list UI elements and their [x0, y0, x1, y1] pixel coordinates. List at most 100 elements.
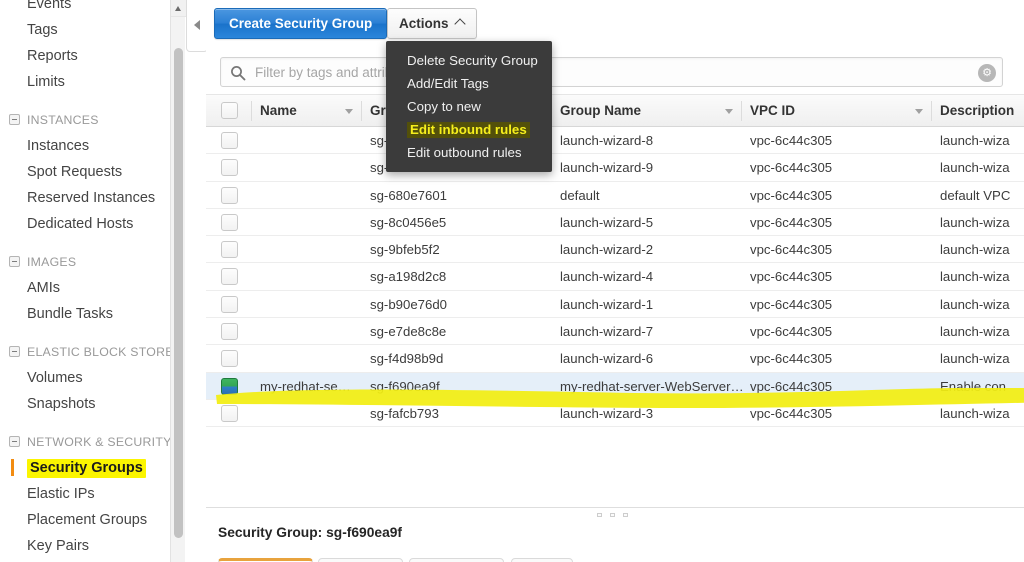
table-row[interactable]: my-redhat-se…sg-f690ea9fmy-redhat-server… — [206, 373, 1024, 400]
cell-desc: launch-wiza — [932, 318, 1024, 345]
row-select-checkbox[interactable] — [221, 405, 238, 422]
menu-item-add-edit-tags[interactable]: Add/Edit Tags — [386, 72, 552, 95]
sidebar-item-snapshots[interactable]: Snapshots — [0, 391, 170, 417]
sidebar-item-reports[interactable]: Reports — [0, 43, 170, 69]
scrollbar-thumb[interactable] — [174, 48, 183, 538]
table-row[interactable]: sg-1d0fb87blaunch-wizard-8vpc-6c44c305la… — [206, 127, 1024, 154]
cell-vpc: vpc-6c44c305 — [742, 182, 932, 209]
sidebar-item-tags[interactable]: Tags — [0, 17, 170, 43]
menu-item-edit-inbound-rules[interactable]: Edit inbound rules — [386, 118, 552, 141]
sidebar-item-bundle-tasks[interactable]: Bundle Tasks — [0, 301, 170, 327]
sidebar-item-placement-groups[interactable]: Placement Groups — [0, 507, 170, 533]
row-select-checkbox[interactable] — [221, 214, 238, 231]
table-row[interactable]: sg-680e7601defaultvpc-6c44c305default VP… — [206, 182, 1024, 209]
create-security-group-button[interactable]: Create Security Group — [214, 8, 387, 39]
sidebar-item-spot-requests[interactable]: Spot Requests — [0, 159, 170, 185]
search-input[interactable]: Filter by tags and attribu ⚙ — [220, 57, 1003, 87]
row-select-checkbox[interactable] — [221, 268, 238, 285]
chevron-down-icon[interactable] — [345, 109, 353, 114]
column-header-vpc-id[interactable]: VPC ID — [742, 95, 932, 127]
row-select-checkbox[interactable] — [221, 350, 238, 367]
scroll-up-arrow-icon[interactable] — [171, 0, 186, 17]
row-select-checkbox[interactable] — [221, 132, 238, 149]
cell-name — [252, 154, 362, 181]
cell-gname: my-redhat-server-WebServer… — [552, 373, 742, 400]
table-row[interactable]: sg-fafcb793launch-wizard-3vpc-6c44c305la… — [206, 400, 1024, 427]
row-select-checkbox[interactable] — [221, 159, 238, 176]
row-select-checkbox[interactable] — [221, 296, 238, 313]
sidebar-collapse-button[interactable] — [186, 0, 208, 52]
sidebar-item-volumes[interactable]: Volumes — [0, 365, 170, 391]
sidebar-item-label: Tags — [27, 22, 58, 38]
cell-desc: launch-wiza — [932, 291, 1024, 318]
collapse-minus-icon[interactable] — [9, 114, 20, 125]
sidebar-item-label: Events — [27, 0, 71, 12]
table-row[interactable]: sg-55c6943claunch-wizard-9vpc-6c44c305la… — [206, 154, 1024, 181]
cell-name — [252, 263, 362, 290]
menu-item-delete-security-group[interactable]: Delete Security Group — [386, 49, 552, 72]
sidebar-item-security-groups[interactable]: Security Groups — [0, 455, 170, 481]
cell-desc: default VPC — [932, 182, 1024, 209]
cell-gname: launch-wizard-2 — [552, 236, 742, 263]
chevron-down-icon[interactable] — [725, 109, 733, 114]
sidebar-item-instances[interactable]: Instances — [0, 133, 170, 159]
row-select-checkbox[interactable] — [221, 378, 238, 395]
tab-tags[interactable]: Tags — [511, 558, 573, 562]
sidebar-item-amis[interactable]: AMIs — [0, 275, 170, 301]
tab-inbound[interactable]: Inbound — [318, 558, 403, 562]
cell-gid: sg-680e7601 — [362, 182, 552, 209]
actions-button-label: Actions — [399, 16, 449, 31]
sidebar-item-label: Spot Requests — [27, 164, 122, 180]
cell-name — [252, 236, 362, 263]
collapse-minus-icon[interactable] — [9, 256, 20, 267]
cell-gname: launch-wizard-8 — [552, 127, 742, 154]
sidebar-item-dedicated-hosts[interactable]: Dedicated Hosts — [0, 211, 170, 237]
table-row[interactable]: sg-f4d98b9dlaunch-wizard-6vpc-6c44c305la… — [206, 345, 1024, 372]
sidebar-scrollbar[interactable] — [170, 0, 185, 562]
table-row[interactable]: sg-8c0456e5launch-wizard-5vpc-6c44c305la… — [206, 209, 1024, 236]
sidebar-item-limits[interactable]: Limits — [0, 69, 170, 95]
cell-desc: launch-wiza — [932, 127, 1024, 154]
panel-resize-handle[interactable] — [594, 511, 636, 519]
chevron-down-icon[interactable] — [915, 109, 923, 114]
sidebar-item-events[interactable]: Events — [0, 0, 170, 17]
sidebar-item-reserved-instances[interactable]: Reserved Instances — [0, 185, 170, 211]
column-header-group-name[interactable]: Group Name — [552, 95, 742, 127]
sidebar-item-label: Dedicated Hosts — [27, 216, 133, 232]
detail-panel: Security Group: sg-f690ea9f DescriptionI… — [206, 507, 1024, 562]
menu-item-copy-to-new[interactable]: Copy to new — [386, 95, 552, 118]
column-header-description[interactable]: Description — [932, 95, 1024, 127]
collapse-minus-icon[interactable] — [9, 346, 20, 357]
cell-gname: launch-wizard-1 — [552, 291, 742, 318]
table-row[interactable]: sg-e7de8c8elaunch-wizard-7vpc-6c44c305la… — [206, 318, 1024, 345]
actions-button[interactable]: Actions — [387, 8, 477, 39]
row-select-checkbox[interactable] — [221, 187, 238, 204]
ec2-security-groups-console: Events Tags Reports Limits INSTANCESInstance… — [0, 0, 1024, 562]
table-row[interactable]: sg-a198d2c8launch-wizard-4vpc-6c44c305la… — [206, 263, 1024, 290]
resize-dot — [610, 513, 615, 517]
row-select-checkbox[interactable] — [221, 323, 238, 340]
sidebar-item-key-pairs[interactable]: Key Pairs — [0, 533, 170, 559]
menu-item-edit-outbound-rules[interactable]: Edit outbound rules — [386, 141, 552, 164]
table-row[interactable]: sg-9bfeb5f2launch-wizard-2vpc-6c44c305la… — [206, 236, 1024, 263]
cell-vpc: vpc-6c44c305 — [742, 127, 932, 154]
gear-icon[interactable]: ⚙ — [978, 64, 996, 82]
sidebar-item-list: Events Tags Reports Limits INSTANCESInstance… — [0, 0, 170, 562]
tab-description[interactable]: Description — [218, 558, 313, 562]
sidebar-section-label: ELASTIC BLOCK STORE — [27, 345, 170, 359]
row-select-checkbox[interactable] — [221, 241, 238, 258]
tab-outbound[interactable]: Outbound — [409, 558, 504, 562]
cell-gname: launch-wizard-3 — [552, 400, 742, 427]
cell-gname: launch-wizard-7 — [552, 318, 742, 345]
select-all-checkbox[interactable] — [221, 102, 238, 119]
collapse-minus-icon[interactable] — [9, 436, 20, 447]
sidebar-item-label: Reports — [27, 48, 78, 64]
column-header-name[interactable]: Name — [252, 95, 362, 127]
sidebar-section-instances: INSTANCES — [0, 108, 170, 133]
table-row[interactable]: sg-b90e76d0launch-wizard-1vpc-6c44c305la… — [206, 291, 1024, 318]
menu-item-label: Edit inbound rules — [407, 122, 530, 138]
sidebar-item-elastic-ips[interactable]: Elastic IPs — [0, 481, 170, 507]
menu-item-label: Copy to new — [407, 99, 481, 114]
main-content: Create Security Group Actions Filter by … — [206, 0, 1024, 562]
resize-dot — [597, 513, 602, 517]
